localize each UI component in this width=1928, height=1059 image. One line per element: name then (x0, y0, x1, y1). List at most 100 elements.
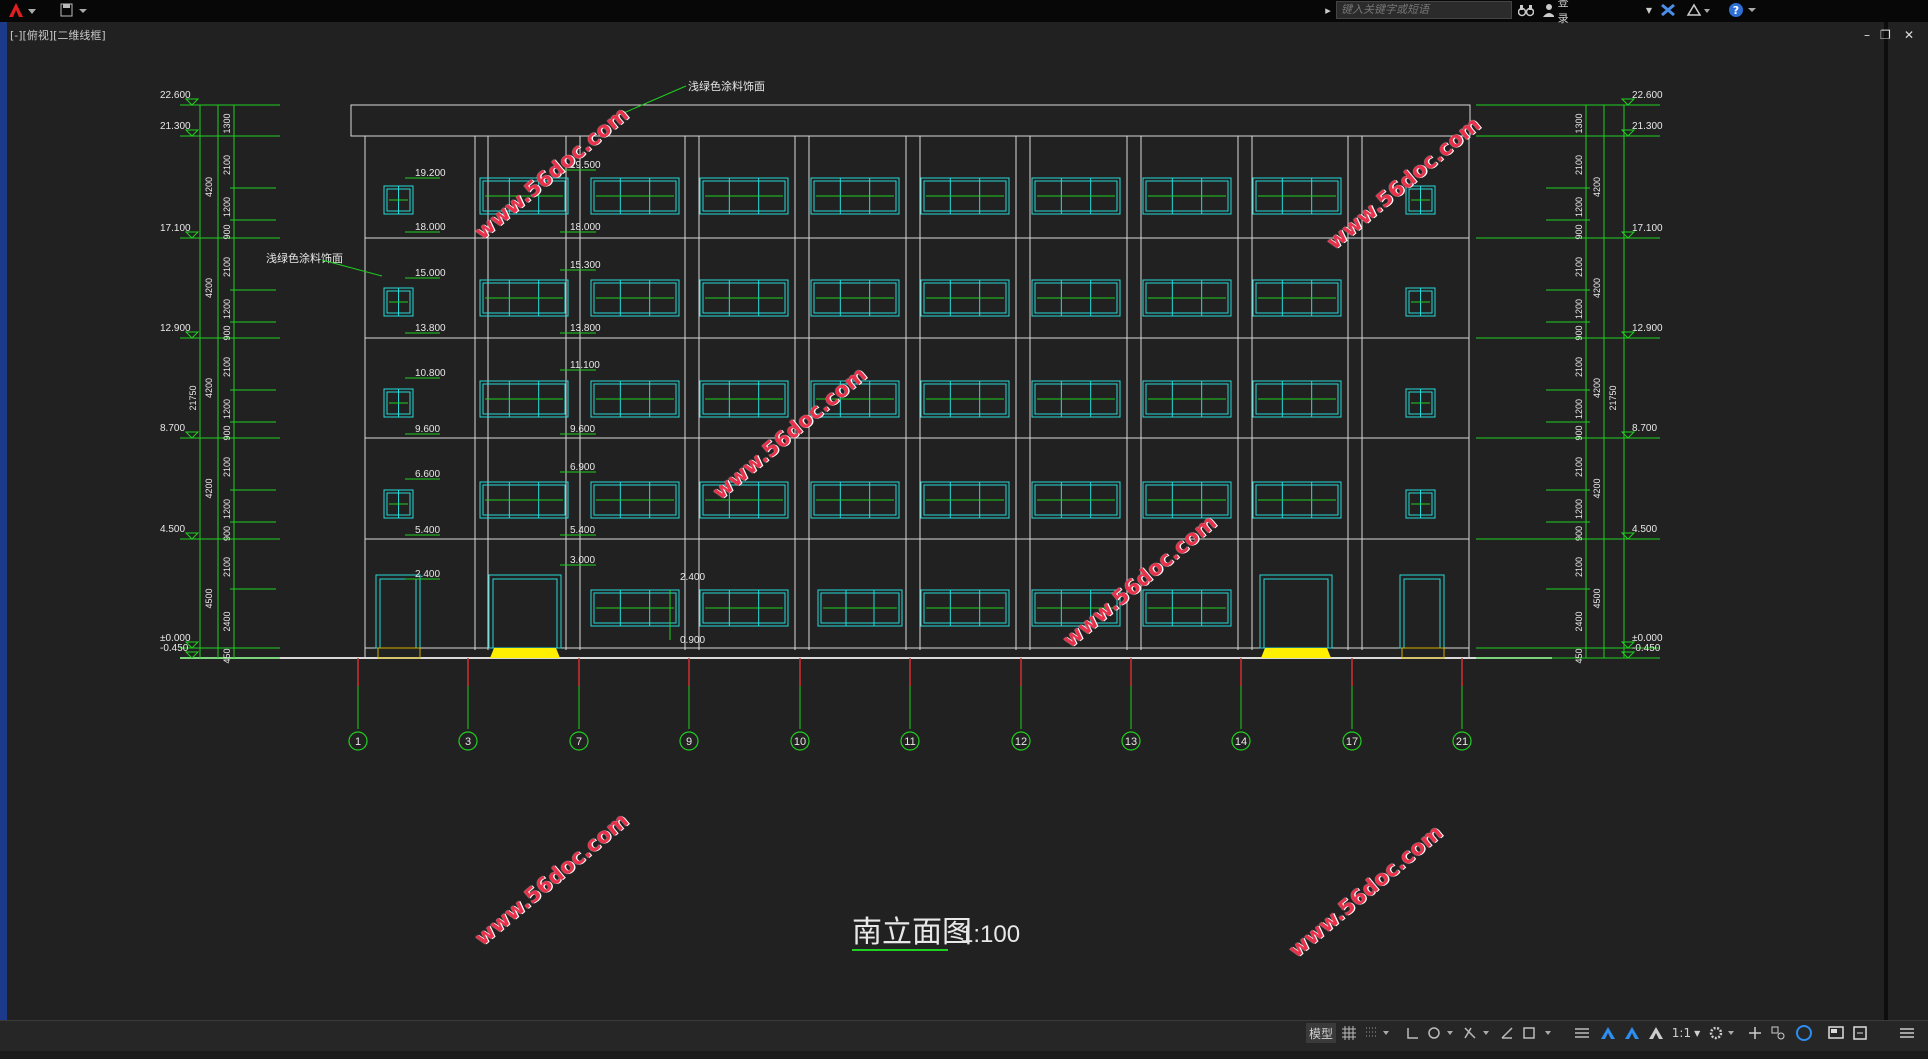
door-right-leaf (1403, 578, 1441, 649)
elev-label-a: 10.800 (415, 368, 446, 379)
dim-label: 900 (222, 526, 232, 541)
auto-scale-icon[interactable] (1622, 1023, 1642, 1043)
door-main-left-leaf (492, 578, 558, 649)
hardware-acceleration-icon[interactable] (1794, 1023, 1814, 1043)
dim-label: 2100 (222, 557, 232, 577)
object-snap-icon[interactable] (1520, 1023, 1556, 1043)
dim-label: 4200 (204, 378, 214, 398)
axis-label: 12 (1015, 736, 1027, 748)
level-label: 4.500 (160, 524, 185, 535)
elev-label-a: 15.000 (415, 268, 446, 279)
level-label: 22.600 (160, 90, 191, 101)
elev-label-b: 15.300 (570, 260, 601, 271)
elev-label-a: 19.200 (415, 168, 446, 179)
dim-label-right: 4200 (1592, 177, 1602, 197)
object-snap-tracking-icon[interactable] (1498, 1023, 1516, 1043)
dim-label: 1200 (222, 399, 232, 419)
dim-label: 1200 (222, 299, 232, 319)
dim-label-right: 1200 (1574, 299, 1584, 319)
ortho-mode-icon[interactable] (1404, 1023, 1422, 1043)
door-left-leaf (379, 578, 417, 649)
elev-label-c: 2.400 (680, 572, 705, 583)
annotation-visibility-icon[interactable] (1598, 1023, 1618, 1043)
elev-label-a: 13.800 (415, 323, 446, 334)
level-label: -0.450 (160, 643, 189, 654)
drawing-scale: 1:100 (960, 921, 1020, 948)
dim-label-right: 2100 (1574, 257, 1584, 277)
axis-label: 3 (465, 736, 471, 748)
door-main-right-leaf (1263, 578, 1329, 649)
dim-label-right: 2400 (1574, 611, 1584, 631)
dim-label: 900 (222, 425, 232, 440)
dim-label: 1300 (222, 113, 232, 133)
axis-label: 13 (1125, 736, 1137, 748)
dim-label-right: 4200 (1592, 278, 1602, 298)
level-label-right: -0.450 (1632, 643, 1661, 654)
step-left (377, 647, 421, 659)
elev-label-a: 9.600 (415, 424, 440, 435)
dim-label: 2100 (222, 457, 232, 477)
parapet-outline (350, 104, 1471, 137)
elev-label-b: 6.900 (570, 462, 595, 473)
axis-label: 9 (686, 736, 692, 748)
dim-label: 2400 (222, 611, 232, 631)
polar-tracking-icon[interactable] (1426, 1023, 1456, 1043)
chevron-down-icon: ▼ (1694, 1028, 1701, 1038)
annotation-scale-value[interactable]: 1:1 ▼ (1670, 1023, 1702, 1043)
dim-label-right: 2100 (1574, 457, 1584, 477)
note-leader (321, 259, 383, 277)
drawing-canvas[interactable]: 1 3 7 9 10 11 12 13 14 17 2122.60021.30017.10012.9… (0, 0, 1928, 1020)
dim-label-right: 4200 (1592, 478, 1602, 498)
isolate-objects-icon[interactable] (1768, 1023, 1788, 1043)
customization-icon[interactable] (1850, 1023, 1870, 1043)
door-left (375, 574, 421, 649)
clean-screen-icon[interactable] (1826, 1023, 1846, 1043)
dim-label-right: 2100 (1574, 357, 1584, 377)
level-label: 21.300 (160, 121, 191, 132)
dim-label: 2100 (222, 155, 232, 175)
customize-menu-icon[interactable] (1896, 1023, 1918, 1043)
dim-label-right: 450 (1574, 648, 1584, 663)
dim-label: 900 (222, 325, 232, 340)
dim-label-right: 4200 (1592, 378, 1602, 398)
axis-label: 14 (1235, 736, 1247, 748)
axis-label: 11 (904, 736, 915, 748)
isometric-drafting-icon[interactable] (1462, 1023, 1492, 1043)
dim-label-right: 1200 (1574, 399, 1584, 419)
level-label-right: 17.100 (1632, 223, 1663, 234)
elev-label-a: 5.400 (415, 525, 440, 536)
dim-label-right: 4500 (1592, 588, 1602, 608)
elev-label-a: 2.400 (415, 569, 440, 580)
dim-label: 4200 (204, 278, 214, 298)
level-label: 17.100 (160, 223, 191, 234)
workspace-switching-icon[interactable] (1706, 1023, 1740, 1043)
axis-label: 10 (794, 736, 806, 748)
annotation-scale-icon[interactable] (1646, 1023, 1666, 1043)
level-marker (184, 532, 200, 540)
dim-label-right: 900 (1574, 325, 1584, 340)
dim-label: 1200 (222, 499, 232, 519)
level-label-right: 8.700 (1632, 423, 1657, 434)
dim-label-total: 21750 (188, 385, 198, 410)
level-label: 8.700 (160, 423, 185, 434)
lineweight-icon[interactable] (1572, 1023, 1592, 1043)
grid-display-icon[interactable] (1340, 1023, 1358, 1043)
dim-label-total-right: 21750 (1608, 385, 1618, 410)
snap-mode-icon[interactable] (1364, 1023, 1392, 1043)
dim-label-right: 900 (1574, 526, 1584, 541)
elev-label-b: 3.000 (570, 555, 595, 566)
elev-label-b: 5.400 (570, 525, 595, 536)
elev-label-a: 6.600 (415, 469, 440, 480)
dim-label-right: 2100 (1574, 557, 1584, 577)
axis-label: 17 (1346, 736, 1358, 748)
dim-label: 4200 (204, 478, 214, 498)
dim-label: 4500 (204, 588, 214, 608)
dim-label: 450 (222, 648, 232, 663)
add-scale-icon[interactable] (1746, 1023, 1764, 1043)
dim-label-right: 1200 (1574, 197, 1584, 217)
entrance-step-left (490, 648, 560, 658)
model-space-button[interactable]: 模型 (1306, 1023, 1336, 1043)
door-main-left (488, 574, 562, 649)
elev-label-b: 13.800 (570, 323, 601, 334)
axis-label: 21 (1456, 736, 1468, 748)
